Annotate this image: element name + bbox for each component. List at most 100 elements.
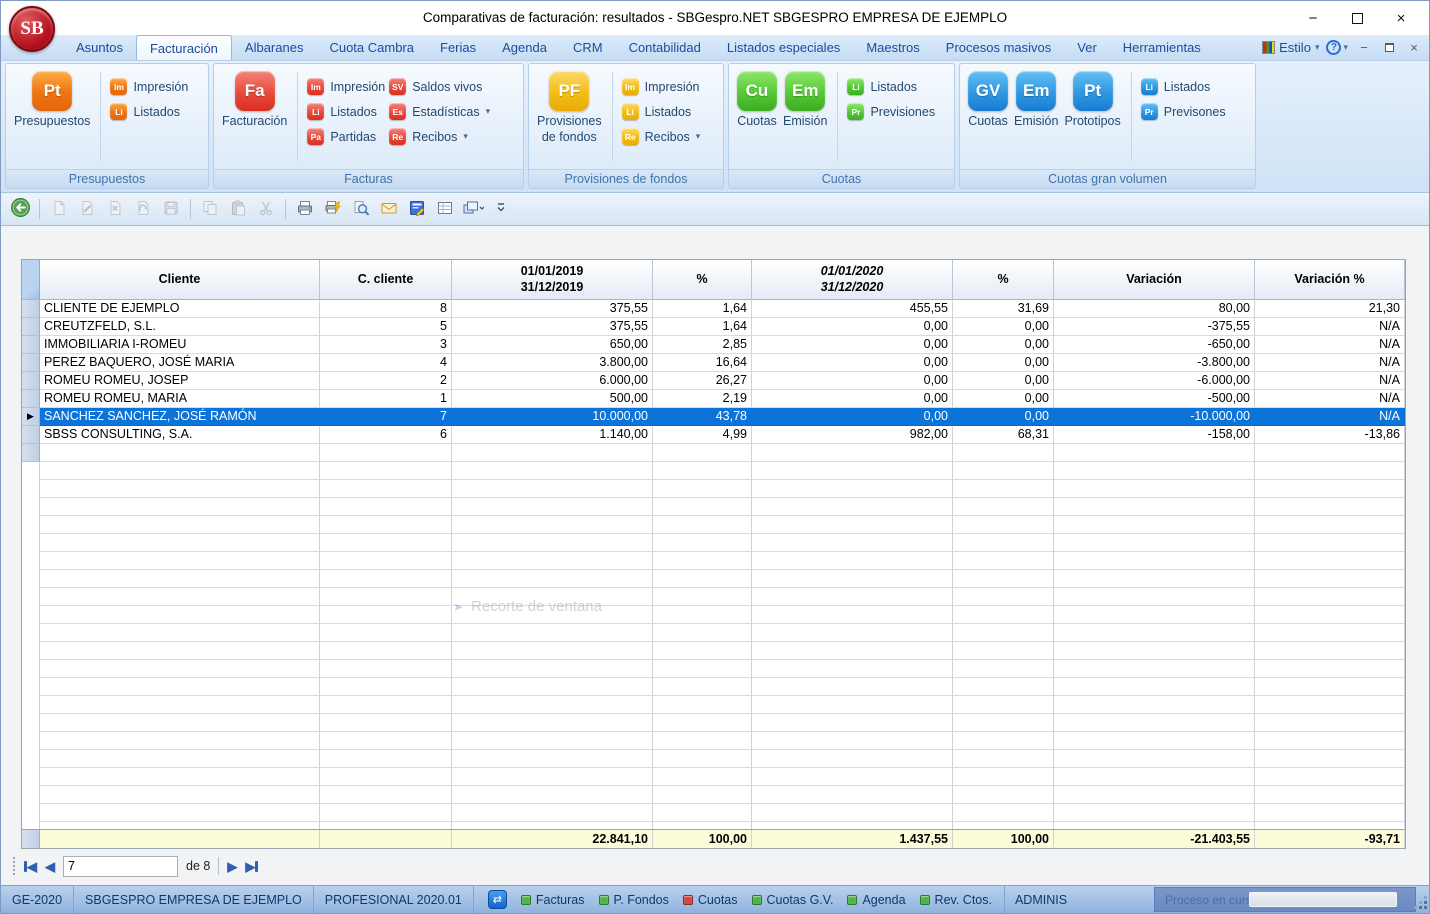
column-header-variacion[interactable]: Variación: [1054, 260, 1255, 300]
cuotas-cuotas-button[interactable]: CuCuotas: [734, 68, 780, 133]
print-button[interactable]: [292, 196, 318, 222]
next-record-button[interactable]: ▶: [227, 860, 237, 873]
empty-cell: [653, 516, 752, 534]
process-label: Proceso en curso: [1155, 893, 1249, 907]
previous-record-button[interactable]: ◀: [45, 860, 55, 873]
cell: 8: [320, 300, 452, 318]
toolbar-separator: [285, 199, 286, 219]
cuotas-gran-volumen-prototipos-button[interactable]: PtPrototipos: [1061, 68, 1123, 133]
table-row[interactable]: SBSS CONSULTING, S.A.61.140,004,99982,00…: [22, 426, 1405, 444]
facturas-facturacion-button[interactable]: FaFacturación: [219, 68, 290, 133]
provisiones-de-fondos-recibos-button[interactable]: ReRecibos▾: [622, 128, 701, 145]
menu-tab-agenda[interactable]: Agenda: [489, 35, 560, 60]
cuotas-gran-volumen-listados-button[interactable]: LiListados: [1141, 78, 1226, 95]
facturas-recibos-button[interactable]: ReRecibos▾: [389, 128, 490, 145]
first-record-button[interactable]: ◀: [24, 860, 37, 873]
email-button[interactable]: [376, 196, 402, 222]
column-header-[interactable]: %: [953, 260, 1054, 300]
row-selector[interactable]: [22, 354, 40, 372]
close-button[interactable]: ×: [1379, 3, 1423, 33]
facturas-partidas-button[interactable]: PaPartidas: [307, 128, 385, 145]
menu-tab-maestros[interactable]: Maestros: [853, 35, 932, 60]
grid-button[interactable]: [432, 196, 458, 222]
provisiones-de-fondos-provisiones-de-fondos-button[interactable]: PFProvisiones de fondos: [534, 68, 605, 148]
cuotas-listados-button[interactable]: LiListados: [847, 78, 935, 95]
menu-tab-ferias[interactable]: Ferias: [427, 35, 489, 60]
presupuestos-listados-button[interactable]: LiListados: [110, 103, 188, 120]
cuotas-emision-button[interactable]: EmEmisión: [780, 68, 830, 133]
quick-print-button[interactable]: [320, 196, 346, 222]
column-header-cliente[interactable]: Cliente: [40, 260, 320, 300]
table-row[interactable]: CLIENTE DE EJEMPLO8375,551,64455,5531,69…: [22, 300, 1405, 318]
menu-tab-herramientas[interactable]: Herramientas: [1110, 35, 1214, 60]
edit-icon: [78, 199, 96, 220]
table-row[interactable]: ▶SANCHEZ SANCHEZ, JOSÉ RAMÓN710.000,0043…: [22, 408, 1405, 426]
windows-button[interactable]: [460, 196, 486, 222]
back-button[interactable]: [7, 196, 33, 222]
menu-tab-crm[interactable]: CRM: [560, 35, 616, 60]
row-selector[interactable]: [22, 318, 40, 336]
presupuestos-presupuestos-button[interactable]: PtPresupuestos: [11, 68, 93, 133]
menu-tab-cuota-cambra[interactable]: Cuota Cambra: [316, 35, 427, 60]
last-record-button[interactable]: ▶: [245, 860, 258, 873]
menu-tab-facturacion[interactable]: Facturación: [136, 35, 232, 60]
presupuestos-impresion-button[interactable]: ImImpresión: [110, 78, 188, 95]
table-row[interactable]: CREUTZFELD, S.L.5375,551,640,000,00-375,…: [22, 318, 1405, 336]
minimize-button[interactable]: −: [1291, 3, 1335, 33]
cuotas-gran-volumen-previsones-button[interactable]: PrPrevisones: [1141, 103, 1226, 120]
empty-cell: [752, 498, 953, 516]
menu-tab-asuntos[interactable]: Asuntos: [63, 35, 136, 60]
overflow-button[interactable]: [488, 196, 514, 222]
mdi-restore-button[interactable]: [1380, 40, 1398, 55]
remote-support-icon[interactable]: ⇄: [488, 890, 507, 909]
table-row[interactable]: IMMOBILIARIA I-ROMEU3650,002,850,000,00-…: [22, 336, 1405, 354]
maximize-button[interactable]: [1335, 3, 1379, 33]
mdi-minimize-button[interactable]: −: [1355, 40, 1373, 55]
cell: -158,00: [1054, 426, 1255, 444]
column-header-01-01-2020[interactable]: 01/01/2020 31/12/2020: [752, 260, 953, 300]
menu-tab-procesos-masivos[interactable]: Procesos masivos: [933, 35, 1064, 60]
record-number-input[interactable]: [63, 856, 178, 877]
facturas-estadisticas-button[interactable]: EsEstadísticas▾: [389, 103, 490, 120]
facturas-saldos-vivos-button[interactable]: SVSaldos vivos: [389, 78, 490, 95]
menu-tab-contabilidad[interactable]: Contabilidad: [616, 35, 714, 60]
row-selector[interactable]: [22, 300, 40, 318]
help-button[interactable]: ? ▾: [1326, 40, 1348, 55]
provisiones-de-fondos-listados-button[interactable]: LiListados: [622, 103, 701, 120]
preview-button[interactable]: [348, 196, 374, 222]
cuotas-gran-volumen-cuotas-button[interactable]: GVCuotas: [965, 68, 1011, 133]
row-selector[interactable]: [22, 426, 40, 444]
cuotas-previsiones-button[interactable]: PrPrevisiones: [847, 103, 935, 120]
menu-tab-listados-especiales[interactable]: Listados especiales: [714, 35, 853, 60]
table-row[interactable]: ROMEU ROMEU, JOSEP26.000,0026,270,000,00…: [22, 372, 1405, 390]
table-row[interactable]: ROMEU ROMEU, MARIA1500,002,190,000,00-50…: [22, 390, 1405, 408]
empty-cell: [40, 750, 320, 768]
row-selector[interactable]: ▶: [22, 408, 40, 426]
last-bar-icon: [255, 861, 258, 872]
select-all-cell[interactable]: [22, 260, 40, 300]
menu-tab-ver[interactable]: Ver: [1064, 35, 1110, 60]
provisiones-de-fondos-impresion-button[interactable]: ImImpresión: [622, 78, 701, 95]
re-icon: Re: [389, 128, 406, 145]
facturas-impresion-button[interactable]: ImImpresión: [307, 78, 385, 95]
column-header-variacion[interactable]: Variación %: [1255, 260, 1405, 300]
report-design-button[interactable]: [404, 196, 430, 222]
row-selector[interactable]: [22, 390, 40, 408]
resize-grip-icon[interactable]: [1416, 898, 1428, 910]
menu-tab-albaranes[interactable]: Albaranes: [232, 35, 317, 60]
mdi-close-button[interactable]: ×: [1405, 40, 1423, 55]
results-grid: ClienteC. cliente01/01/2019 31/12/2019%0…: [21, 259, 1406, 849]
facturas-listados-button[interactable]: LiListados: [307, 103, 385, 120]
cell: 0,00: [953, 354, 1054, 372]
li-icon: Li: [110, 103, 127, 120]
style-button[interactable]: Estilo ▾: [1262, 40, 1319, 55]
cell: N/A: [1255, 354, 1405, 372]
table-row[interactable]: PEREZ BAQUERO, JOSÉ MARIA43.800,0016,640…: [22, 354, 1405, 372]
column-header-[interactable]: %: [653, 260, 752, 300]
cuotas-gran-volumen-emision-button[interactable]: EmEmisión: [1011, 68, 1061, 133]
column-header-01-01-2019[interactable]: 01/01/2019 31/12/2019: [452, 260, 653, 300]
row-selector[interactable]: [22, 336, 40, 354]
row-selector[interactable]: [22, 372, 40, 390]
empty-cell: [40, 804, 320, 822]
column-header-c-cliente[interactable]: C. cliente: [320, 260, 452, 300]
